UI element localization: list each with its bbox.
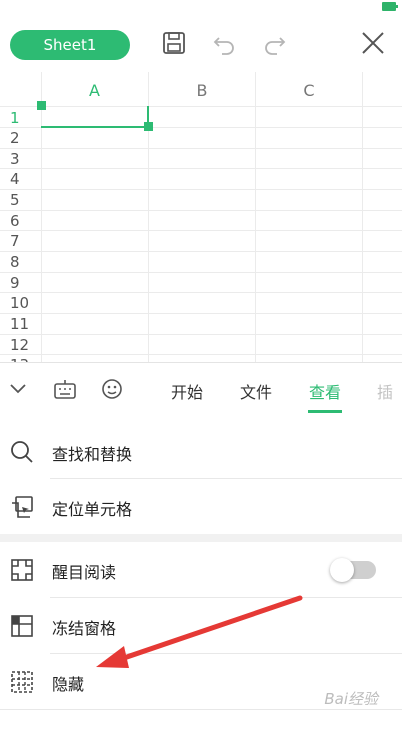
corner-header	[0, 72, 42, 106]
chevron-down-icon[interactable]	[8, 379, 28, 399]
toggle-knob	[330, 558, 354, 582]
grid-line	[0, 334, 402, 335]
row-header[interactable]: 9	[0, 274, 40, 292]
close-icon[interactable]	[358, 28, 388, 58]
tab-view[interactable]: 查看	[309, 379, 341, 403]
tab-file[interactable]: 文件	[240, 379, 272, 403]
row-header[interactable]: 1	[0, 109, 40, 127]
column-header-b[interactable]: B	[149, 72, 256, 106]
battery-icon	[382, 2, 398, 11]
grid-line	[0, 313, 402, 314]
freeze-panes-label: 冻结窗格	[52, 619, 117, 638]
menu-item-eye-reading[interactable]: 醒目阅读	[0, 542, 402, 597]
grid-line	[0, 292, 402, 293]
search-icon	[11, 441, 33, 463]
locate-cell-icon	[12, 496, 33, 518]
grid-line	[362, 72, 363, 362]
menu-item-find-replace[interactable]: 查找和替换	[0, 424, 402, 479]
row-header[interactable]: 2	[0, 129, 40, 147]
menu-top-spacer	[0, 414, 402, 424]
row-header[interactable]: 7	[0, 232, 40, 250]
selected-cell-border	[41, 126, 148, 128]
row-header[interactable]: 3	[0, 150, 40, 168]
save-icon[interactable]	[159, 28, 189, 58]
goto-cell-label: 定位单元格	[52, 500, 133, 519]
row-header[interactable]: 10	[0, 294, 40, 312]
grid-line	[41, 72, 42, 362]
sheet-tab[interactable]: Sheet1	[10, 30, 130, 60]
eye-reading-label: 醒目阅读	[52, 563, 117, 582]
top-toolbar: Sheet1	[0, 14, 402, 73]
ribbon-tab-bar: 开始 文件 查看 插	[0, 362, 402, 416]
divider	[0, 709, 402, 710]
selection-handle-top-left[interactable]	[37, 101, 46, 110]
spreadsheet-grid[interactable]: A B C 1 2 3 4 5 6 7 8 9 10 11 12 13	[0, 72, 402, 362]
grid-line	[0, 230, 402, 231]
row-header[interactable]: 11	[0, 315, 40, 333]
grid-line	[0, 148, 402, 149]
hide-grid-icon	[11, 671, 33, 693]
status-bar	[0, 0, 402, 14]
column-header-a[interactable]: A	[41, 72, 149, 106]
menu-item-freeze-panes[interactable]: 冻结窗格	[0, 598, 402, 653]
tab-start[interactable]: 开始	[171, 379, 203, 403]
row-header[interactable]: 12	[0, 336, 40, 354]
section-gap	[0, 534, 402, 542]
find-replace-label: 查找和替换	[52, 445, 133, 464]
grid-line	[255, 72, 256, 362]
grid-line	[0, 210, 402, 211]
row-header[interactable]: 5	[0, 191, 40, 209]
row-header[interactable]: 4	[0, 170, 40, 188]
grid-line	[0, 354, 402, 355]
watermark: Bai经验	[324, 690, 378, 708]
undo-icon[interactable]	[210, 28, 240, 58]
hide-label: 隐藏	[52, 675, 85, 694]
grid-line	[0, 189, 402, 190]
row-header[interactable]: 8	[0, 253, 40, 271]
column-header-c[interactable]: C	[256, 72, 363, 106]
row-header[interactable]: 6	[0, 212, 40, 230]
tab-insert[interactable]: 插	[377, 379, 393, 403]
active-tab-indicator	[308, 410, 342, 413]
keyboard-icon[interactable]	[53, 378, 77, 400]
grid-line	[0, 272, 402, 273]
selection-handle-bottom-right[interactable]	[144, 122, 153, 131]
eye-reading-toggle[interactable]	[330, 558, 376, 582]
menu-item-goto-cell[interactable]: 定位单元格	[0, 479, 402, 534]
emoji-icon[interactable]	[100, 377, 124, 401]
grid-line	[0, 168, 402, 169]
freeze-panes-icon	[11, 615, 33, 637]
grid-line	[0, 106, 402, 107]
redo-icon[interactable]	[259, 28, 289, 58]
grid-line	[0, 251, 402, 252]
crosshair-grid-icon	[11, 559, 33, 581]
